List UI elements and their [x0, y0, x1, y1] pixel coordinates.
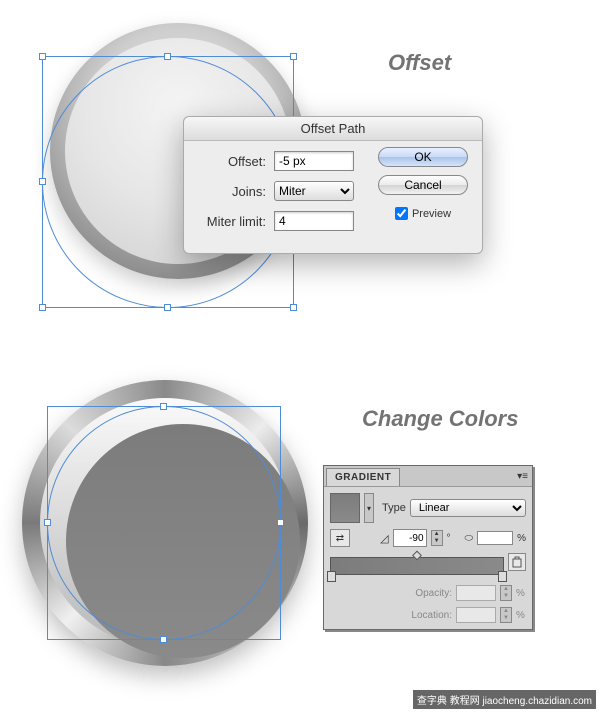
ok-button[interactable]: OK: [378, 147, 468, 167]
gradient-ramp[interactable]: [330, 557, 504, 575]
pct-aspect: %: [517, 533, 526, 544]
opacity-pct: %: [516, 588, 526, 599]
location-label: Location:: [411, 610, 452, 621]
angle-icon: ◿: [380, 532, 388, 545]
opacity-field[interactable]: [456, 585, 496, 601]
joins-select[interactable]: Miter: [274, 181, 354, 201]
degree-symbol: °: [447, 533, 451, 544]
gradient-tab[interactable]: GRADIENT: [326, 468, 400, 486]
selection-bounding-box-2[interactable]: [47, 406, 281, 640]
location-stepper[interactable]: ▲▼: [500, 607, 512, 623]
angle-stepper[interactable]: ▲▼: [431, 530, 443, 546]
opacity-stepper[interactable]: ▲▼: [500, 585, 512, 601]
gradient-stop-left[interactable]: [327, 571, 336, 582]
aspect-icon: ⬭: [465, 533, 474, 544]
gradient-swatch-menu[interactable]: ▾: [364, 493, 374, 523]
preview-label: Preview: [412, 208, 451, 220]
miter-limit-input[interactable]: [274, 211, 354, 231]
gradient-panel: GRADIENT ▾≡ ▾ Type Linear ⇄ ◿ ▲▼ ° ⬭ %: [323, 465, 533, 630]
reverse-gradient-icon[interactable]: ⇄: [330, 529, 350, 547]
offset-label: Offset:: [196, 154, 266, 169]
miter-limit-label: Miter limit:: [196, 214, 266, 229]
section-title-change-colors: Change Colors: [362, 406, 518, 432]
cancel-button[interactable]: Cancel: [378, 175, 468, 195]
handle-ml[interactable]: [39, 178, 46, 185]
preview-checkbox[interactable]: [395, 207, 408, 220]
handle-bc[interactable]: [164, 304, 171, 311]
aspect-ratio-field[interactable]: [477, 531, 513, 545]
offset-input[interactable]: [274, 151, 354, 171]
dialog-title: Offset Path: [184, 117, 482, 141]
offset-path-dialog: Offset Path Offset: Joins: Miter Miter l…: [183, 116, 483, 254]
angle-input[interactable]: [393, 529, 427, 547]
anchor-bottom[interactable]: [160, 636, 167, 643]
gradient-type-select[interactable]: Linear: [410, 499, 526, 517]
panel-menu-icon[interactable]: ▾≡: [517, 471, 528, 482]
location-pct: %: [516, 610, 526, 621]
handle-tl[interactable]: [39, 53, 46, 60]
delete-stop-icon[interactable]: [508, 553, 526, 571]
section-title-offset: Offset: [388, 50, 451, 76]
handle-tc[interactable]: [164, 53, 171, 60]
joins-label: Joins:: [196, 184, 266, 199]
location-field[interactable]: [456, 607, 496, 623]
anchor-right[interactable]: [277, 519, 284, 526]
handle-bl[interactable]: [39, 304, 46, 311]
type-label: Type: [382, 502, 406, 514]
gradient-midpoint[interactable]: [412, 551, 422, 561]
handle-tr[interactable]: [290, 53, 297, 60]
gradient-stop-right[interactable]: [498, 571, 507, 582]
anchor-top[interactable]: [160, 403, 167, 410]
anchor-left[interactable]: [44, 519, 51, 526]
handle-br[interactable]: [290, 304, 297, 311]
watermark: 查字典 教程网 jiaocheng.chazidian.com: [413, 690, 596, 709]
gradient-swatch[interactable]: [330, 493, 360, 523]
opacity-label: Opacity:: [415, 588, 452, 599]
